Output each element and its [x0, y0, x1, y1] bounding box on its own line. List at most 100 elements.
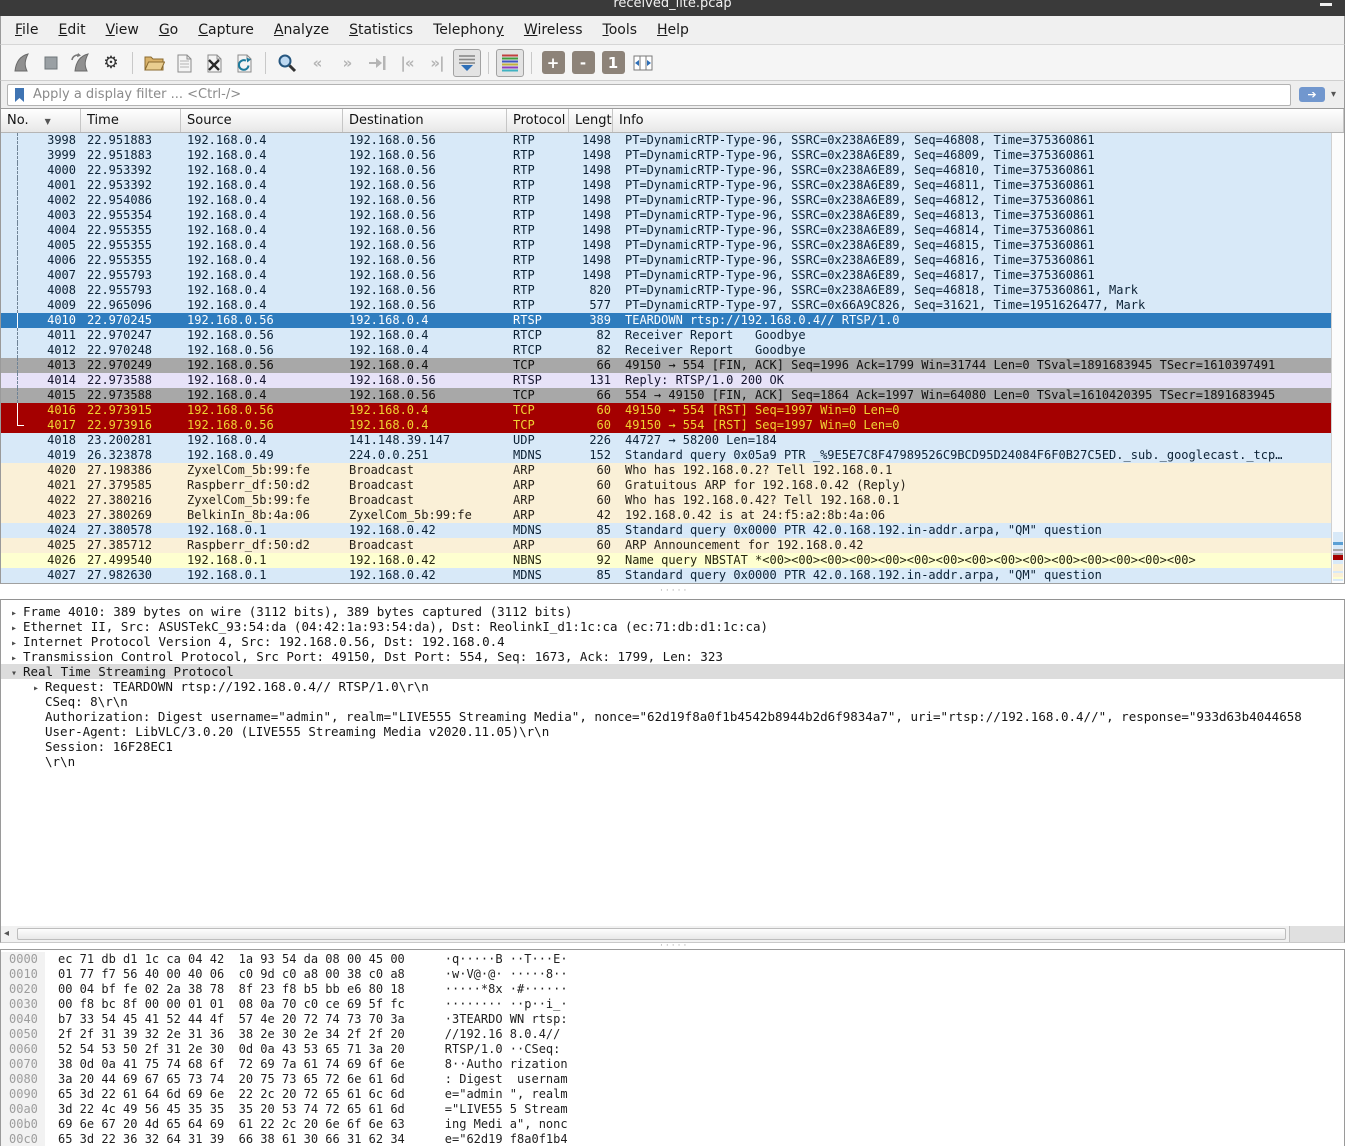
menu-item-edit[interactable]: Edit [48, 18, 95, 42]
menu-item-statistics[interactable]: Statistics [339, 18, 423, 42]
packet-row-4013[interactable]: 401322.970249192.168.0.56192.168.0.4TCP6… [1, 358, 1333, 373]
packet-row-4018[interactable]: 401823.200281192.168.0.4141.148.39.147UD… [1, 433, 1333, 448]
packet-row-4004[interactable]: 400422.955355192.168.0.4192.168.0.56RTP1… [1, 223, 1333, 238]
hex-row-0080[interactable]: 00803a 20 44 69 67 65 73 74 20 75 73 65 … [1, 1072, 1344, 1087]
hex-row-0030[interactable]: 003000 f8 bc 8f 00 00 01 01 08 0a 70 c0 … [1, 997, 1344, 1012]
menu-item-view[interactable]: View [96, 18, 149, 42]
menu-item-capture[interactable]: Capture [188, 18, 264, 42]
packet-row-4017[interactable]: 401722.973916192.168.0.56192.168.0.4TCP6… [1, 418, 1333, 433]
colorize-button[interactable] [496, 49, 524, 77]
packet-row-4011[interactable]: 401122.970247192.168.0.56192.168.0.4RTCP… [1, 328, 1333, 343]
packet-row-4007[interactable]: 400722.955793192.168.0.4192.168.0.56RTP1… [1, 268, 1333, 283]
open-file-button[interactable] [140, 49, 168, 77]
hex-row-0060[interactable]: 006052 54 53 50 2f 31 2e 30 0d 0a 43 53 … [1, 1042, 1344, 1057]
packet-row-4002[interactable]: 400222.954086192.168.0.4192.168.0.56RTP1… [1, 193, 1333, 208]
filter-bookmark-icon[interactable] [13, 87, 27, 103]
packet-row-4016[interactable]: 401622.973915192.168.0.56192.168.0.4TCP6… [1, 403, 1333, 418]
packet-row-4005[interactable]: 400522.955355192.168.0.4192.168.0.56RTP1… [1, 238, 1333, 253]
packet-row-4023[interactable]: 402327.380269BelkinIn_8b:4a:06ZyxelCom_5… [1, 508, 1333, 523]
capture-restart-button[interactable] [67, 49, 95, 77]
auto-scroll-button[interactable] [453, 49, 481, 77]
zoom-in-button[interactable]: + [539, 49, 567, 77]
menu-item-analyze[interactable]: Analyze [264, 18, 339, 42]
filter-dropdown-caret[interactable]: ▾ [1331, 89, 1336, 100]
packet-row-4015[interactable]: 401522.973588192.168.0.4192.168.0.56TCP6… [1, 388, 1333, 403]
detail-line[interactable]: ▸Ethernet II, Src: ASUSTekC_93:54:da (04… [1, 619, 1344, 634]
menu-item-wireless[interactable]: Wireless [514, 18, 593, 42]
hex-row-00a0[interactable]: 00a03d 22 4c 49 56 45 35 35 35 20 53 74 … [1, 1102, 1344, 1117]
scroll-left-arrow-icon[interactable]: ◂ [4, 928, 9, 939]
packet-row-4006[interactable]: 400622.955355192.168.0.4192.168.0.56RTP1… [1, 253, 1333, 268]
column-header-time[interactable]: Time [81, 109, 181, 132]
column-header-destination[interactable]: Destination [343, 109, 507, 132]
reload-file-button[interactable] [230, 49, 258, 77]
hex-row-0000[interactable]: 0000ec 71 db d1 1c ca 04 42 1a 93 54 da … [1, 952, 1344, 967]
menu-item-tools[interactable]: Tools [593, 18, 648, 42]
packet-row-4021[interactable]: 402127.379585Raspberr_df:50:d2BroadcastA… [1, 478, 1333, 493]
go-last-button[interactable]: »| [423, 49, 451, 77]
zoom-out-button[interactable]: - [569, 49, 597, 77]
pane-splitter-top[interactable]: ····· [0, 585, 1345, 599]
apply-filter-button[interactable]: ➔ [1299, 87, 1325, 102]
menu-item-help[interactable]: Help [647, 18, 699, 42]
go-first-button[interactable]: |« [393, 49, 421, 77]
packet-row-4009[interactable]: 400922.965096192.168.0.4192.168.0.56RTP5… [1, 298, 1333, 313]
find-packet-button[interactable] [273, 49, 301, 77]
packet-row-4022[interactable]: 402227.380216ZyxelCom_5b:99:feBroadcastA… [1, 493, 1333, 508]
hex-row-0090[interactable]: 009065 3d 22 61 64 6d 69 6e 22 2c 20 72 … [1, 1087, 1344, 1102]
detail-line[interactable]: ▸Transmission Control Protocol, Src Port… [1, 649, 1344, 664]
hex-row-0010[interactable]: 001001 77 f7 56 40 00 40 06 c0 9d c0 a8 … [1, 967, 1344, 982]
detail-line[interactable]: ▸Frame 4010: 389 bytes on wire (3112 bit… [1, 604, 1344, 619]
column-header-source[interactable]: Source [181, 109, 343, 132]
packet-row-4025[interactable]: 402527.385712Raspberr_df:50:d2BroadcastA… [1, 538, 1333, 553]
packet-row-4010[interactable]: 401022.970245192.168.0.56192.168.0.4RTSP… [1, 313, 1333, 328]
menu-item-file[interactable]: File [5, 18, 48, 42]
capture-start-button[interactable] [7, 49, 35, 77]
hex-row-00c0[interactable]: 00c065 3d 22 36 32 64 31 39 66 38 61 30 … [1, 1132, 1344, 1146]
packet-row-4000[interactable]: 400022.953392192.168.0.4192.168.0.56RTP1… [1, 163, 1333, 178]
hex-row-0020[interactable]: 002000 04 bf fe 02 2a 38 78 8f 23 f8 b5 … [1, 982, 1344, 997]
detail-line[interactable]: ▾Real Time Streaming Protocol [1, 664, 1344, 679]
resize-columns-button[interactable] [629, 49, 657, 77]
expander-closed-icon[interactable]: ▸ [5, 606, 23, 619]
packet-row-4014[interactable]: 401422.973588192.168.0.4192.168.0.56RTSP… [1, 373, 1333, 388]
expander-closed-icon[interactable]: ▸ [5, 621, 23, 634]
expander-closed-icon[interactable]: ▸ [27, 681, 45, 694]
zoom-normal-button[interactable]: 1 [599, 49, 627, 77]
detail-line[interactable]: ▸Internet Protocol Version 4, Src: 192.1… [1, 634, 1344, 649]
expander-closed-icon[interactable]: ▸ [5, 636, 23, 649]
packet-row-3999[interactable]: 399922.951883192.168.0.4192.168.0.56RTP1… [1, 148, 1333, 163]
column-header-info[interactable]: Info [613, 109, 1344, 132]
detail-line[interactable]: Authorization: Digest username="admin", … [1, 709, 1344, 724]
hscroll-thumb[interactable] [17, 928, 1286, 940]
packet-row-4001[interactable]: 400122.953392192.168.0.4192.168.0.56RTP1… [1, 178, 1333, 193]
column-header-no[interactable]: No.▼ [1, 109, 81, 132]
capture-options-button[interactable]: ⚙ [97, 49, 125, 77]
packet-row-4012[interactable]: 401222.970248192.168.0.56192.168.0.4RTCP… [1, 343, 1333, 358]
column-header-length[interactable]: Length [569, 109, 613, 132]
packet-row-4024[interactable]: 402427.380578192.168.0.1192.168.0.42MDNS… [1, 523, 1333, 538]
detail-line[interactable]: User-Agent: LibVLC/3.0.20 (LIVE555 Strea… [1, 724, 1344, 739]
menu-item-go[interactable]: Go [149, 18, 188, 42]
packet-list-scrollbar[interactable] [1331, 133, 1344, 583]
detail-line[interactable]: \r\n [1, 754, 1344, 769]
expander-open-icon[interactable]: ▾ [5, 666, 23, 679]
menu-item-telephony[interactable]: Telephony [423, 18, 514, 42]
packet-row-4019[interactable]: 401926.323878192.168.0.49224.0.0.251MDNS… [1, 448, 1333, 463]
hex-row-00b0[interactable]: 00b069 6e 67 20 4d 65 64 69 61 22 2c 20 … [1, 1117, 1344, 1132]
hex-row-0070[interactable]: 007038 0d 0a 41 75 74 68 6f 72 69 7a 61 … [1, 1057, 1344, 1072]
capture-stop-button[interactable] [37, 49, 65, 77]
go-to-packet-button[interactable] [363, 49, 391, 77]
column-header-protocol[interactable]: Protocol [507, 109, 569, 132]
packet-row-4020[interactable]: 402027.198386ZyxelCom_5b:99:feBroadcastA… [1, 463, 1333, 478]
expander-closed-icon[interactable]: ▸ [5, 651, 23, 664]
close-file-button[interactable] [200, 49, 228, 77]
save-file-button[interactable] [170, 49, 198, 77]
go-forward-button[interactable]: » [333, 49, 361, 77]
packet-row-4026[interactable]: 402627.499540192.168.0.1192.168.0.42NBNS… [1, 553, 1333, 568]
display-filter-input[interactable]: Apply a display filter ... <Ctrl-/> [7, 84, 1291, 106]
packet-row-4008[interactable]: 400822.955793192.168.0.4192.168.0.56RTP8… [1, 283, 1333, 298]
hex-row-0040[interactable]: 0040b7 33 54 45 41 52 44 4f 57 4e 20 72 … [1, 1012, 1344, 1027]
detail-line[interactable]: CSeq: 8\r\n [1, 694, 1344, 709]
packet-row-4003[interactable]: 400322.955354192.168.0.4192.168.0.56RTP1… [1, 208, 1333, 223]
